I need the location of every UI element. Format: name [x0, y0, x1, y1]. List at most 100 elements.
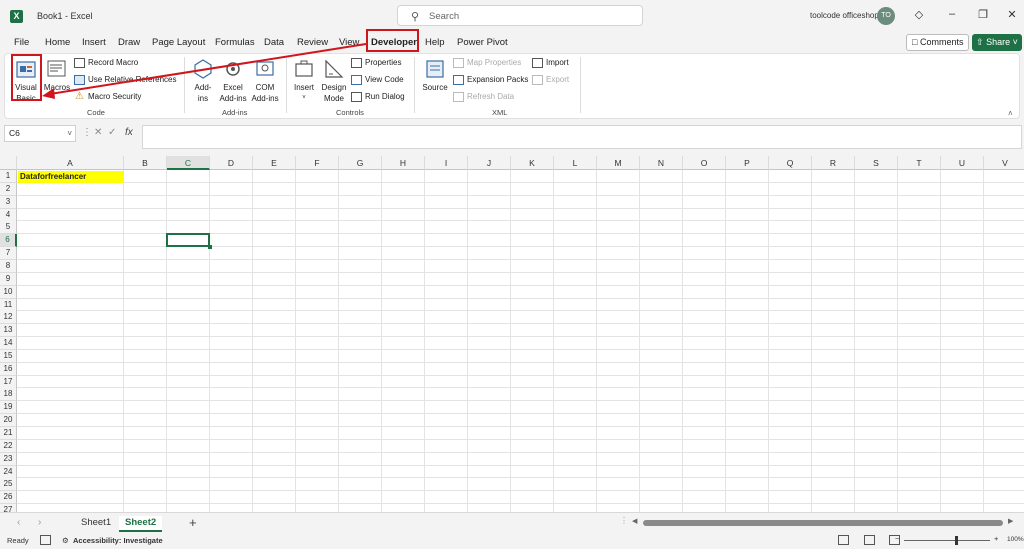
tab-formulas[interactable]: Formulas	[215, 37, 255, 48]
map-properties-button[interactable]: Map Properties	[453, 57, 521, 69]
column-header-g[interactable]: G	[339, 156, 382, 170]
row-header-6[interactable]: 6	[0, 234, 17, 248]
tab-power-pivot[interactable]: Power Pivot	[457, 37, 508, 48]
row-header-18[interactable]: 18	[0, 388, 17, 402]
row-header-3[interactable]: 3	[0, 195, 17, 209]
row-header-21[interactable]: 21	[0, 427, 17, 440]
prev-sheet-icon[interactable]: ‹	[17, 517, 20, 528]
search-box[interactable]: ⚲ Search	[397, 5, 643, 26]
record-macro-button[interactable]: Record Macro	[74, 57, 138, 69]
column-header-q[interactable]: Q	[769, 156, 812, 170]
view-code-button[interactable]: View Code	[351, 74, 404, 86]
comments-button[interactable]: □ Comments	[906, 34, 969, 51]
cancel-icon[interactable]: ✕	[94, 127, 102, 138]
close-icon[interactable]: ✕	[1004, 8, 1020, 21]
column-header-j[interactable]: J	[468, 156, 511, 170]
column-header-m[interactable]: M	[597, 156, 640, 170]
tab-help[interactable]: Help	[425, 37, 445, 48]
macro-security-button[interactable]: ⚠ Macro Security	[74, 91, 141, 103]
function-icon[interactable]: fx	[125, 127, 133, 138]
cell-a1[interactable]: Dataforfreelancer	[18, 171, 124, 183]
minimize-icon[interactable]: –	[944, 8, 960, 20]
column-header-s[interactable]: S	[855, 156, 898, 170]
active-cell-c6[interactable]	[166, 233, 212, 249]
enter-icon[interactable]: ✓	[108, 127, 116, 138]
column-header-i[interactable]: I	[425, 156, 468, 170]
excel-addins-button[interactable]: Excel Add-ins	[218, 58, 248, 104]
column-header-f[interactable]: F	[296, 156, 339, 170]
row-header-12[interactable]: 12	[0, 311, 17, 325]
tab-page-layout[interactable]: Page Layout	[152, 37, 205, 48]
insert-controls-button[interactable]: Insert ˅	[291, 58, 317, 104]
row-header-20[interactable]: 20	[0, 414, 17, 428]
column-header-b[interactable]: B	[124, 156, 167, 170]
column-header-l[interactable]: L	[554, 156, 597, 170]
tab-insert[interactable]: Insert	[82, 37, 106, 48]
add-sheet-icon[interactable]: +	[189, 515, 197, 530]
collapse-ribbon-icon[interactable]: ˄	[1008, 109, 1013, 118]
row-header-23[interactable]: 23	[0, 452, 17, 466]
tab-view[interactable]: View	[339, 37, 359, 48]
tab-file[interactable]: File	[14, 37, 29, 48]
sheet-tab-sheet2[interactable]: Sheet2	[119, 516, 163, 532]
column-header-c[interactable]: C	[167, 156, 210, 170]
page-layout-view-icon[interactable]	[864, 535, 875, 545]
row-header-8[interactable]: 8	[0, 259, 17, 273]
column-header-n[interactable]: N	[640, 156, 683, 170]
worksheet-grid[interactable]: A B C D E F G H I J K L M N O P Q R S T U V 1 2 3 4 5 6 7 8 9 10 11 12 13 1…	[0, 156, 1024, 512]
row-header-16[interactable]: 16	[0, 362, 17, 376]
column-header-r[interactable]: R	[812, 156, 855, 170]
row-header-1[interactable]: 1	[0, 170, 17, 183]
refresh-data-button[interactable]: Refresh Data	[453, 91, 514, 103]
zoom-in-icon[interactable]: +	[994, 534, 998, 543]
column-header-o[interactable]: O	[683, 156, 726, 170]
row-header-11[interactable]: 11	[0, 298, 17, 312]
row-header-10[interactable]: 10	[0, 285, 17, 299]
column-header-t[interactable]: T	[898, 156, 941, 170]
row-header-26[interactable]: 26	[0, 491, 17, 505]
row-header-5[interactable]: 5	[0, 221, 17, 235]
next-sheet-icon[interactable]: ›	[38, 517, 41, 528]
account-name[interactable]: toolcode officeshop	[810, 11, 879, 20]
row-header-14[interactable]: 14	[0, 337, 17, 351]
zoom-out-icon[interactable]: −	[895, 534, 899, 543]
share-button[interactable]: ⇧ Share ˅	[972, 34, 1022, 51]
accessibility-status[interactable]: Accessibility: Investigate	[73, 536, 163, 545]
tab-data[interactable]: Data	[264, 37, 284, 48]
row-header-27[interactable]: 27	[0, 504, 17, 512]
column-header-e[interactable]: E	[253, 156, 296, 170]
tab-review[interactable]: Review	[297, 37, 328, 48]
scroll-left-icon[interactable]: ◀	[632, 517, 637, 525]
design-mode-button[interactable]: Design Mode	[320, 58, 348, 104]
column-header-v[interactable]: V	[984, 156, 1024, 170]
import-button[interactable]: Import	[532, 57, 569, 69]
restore-icon[interactable]: ❐	[975, 8, 991, 21]
run-dialog-button[interactable]: Run Dialog	[351, 91, 405, 103]
more-options-icon[interactable]: ⋮	[82, 127, 92, 138]
export-button[interactable]: Export	[532, 74, 569, 86]
column-header-d[interactable]: D	[210, 156, 253, 170]
tab-draw[interactable]: Draw	[118, 37, 140, 48]
sheet-tab-sheet1[interactable]: Sheet1	[75, 516, 117, 532]
macro-record-icon[interactable]	[40, 535, 51, 545]
row-header-22[interactable]: 22	[0, 439, 17, 453]
column-header-a[interactable]: A	[17, 156, 124, 170]
com-addins-button[interactable]: COM Add-ins	[250, 58, 280, 104]
column-header-p[interactable]: P	[726, 156, 769, 170]
row-header-13[interactable]: 13	[0, 324, 17, 338]
scroll-right-icon[interactable]: ▶	[1008, 517, 1013, 525]
row-header-25[interactable]: 25	[0, 478, 17, 492]
row-header-17[interactable]: 17	[0, 375, 17, 389]
properties-button[interactable]: Properties	[351, 57, 401, 69]
column-header-h[interactable]: H	[382, 156, 425, 170]
more-options-icon[interactable]: ⋮	[620, 516, 628, 525]
row-header-19[interactable]: 19	[0, 401, 17, 415]
name-box[interactable]: C6 ˅	[4, 125, 76, 142]
tab-home[interactable]: Home	[45, 37, 70, 48]
formula-input[interactable]	[142, 125, 1022, 149]
macros-button[interactable]: Macros	[43, 58, 71, 93]
avatar[interactable]: TO	[877, 7, 895, 25]
row-header-2[interactable]: 2	[0, 182, 17, 196]
zoom-level[interactable]: 100%	[1007, 536, 1024, 543]
row-header-7[interactable]: 7	[0, 247, 17, 261]
